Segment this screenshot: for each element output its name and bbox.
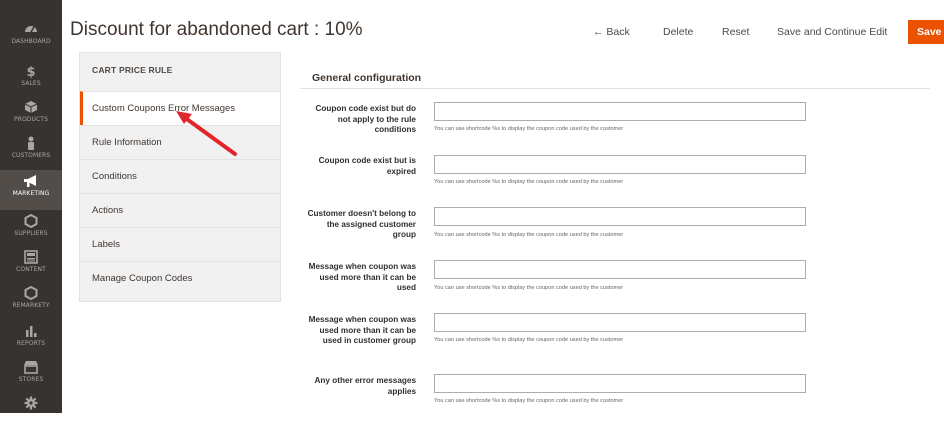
sidebar-item-stores[interactable]: STORES (0, 360, 62, 398)
sidebar-item-label: SUPPLIERS (14, 230, 48, 237)
back-button[interactable]: ← Back (593, 20, 630, 44)
bar-chart-icon (26, 326, 37, 337)
field-label: Any other error messages applies (314, 376, 416, 396)
save-button[interactable]: Save (908, 20, 944, 44)
field-note: You can use shortcode %s to display the … (434, 179, 624, 185)
section-title: General configuration (312, 72, 422, 84)
sidebar-item-system[interactable] (0, 396, 62, 434)
tab-custom-coupons-error-messages[interactable]: Custom Coupons Error Messages (80, 91, 280, 125)
reset-button[interactable]: Reset (722, 20, 749, 44)
field-note: You can use shortcode %s to display the … (434, 398, 624, 404)
layout-icon (24, 250, 38, 264)
page-actions: ← Back Delete Reset Save and Continue Ed… (0, 20, 944, 44)
sidebar-item-label: SALES (21, 80, 41, 87)
gear-icon (24, 396, 38, 410)
coupon-not-apply-input[interactable] (434, 102, 806, 121)
tab-rule-information[interactable]: Rule Information (80, 125, 280, 159)
customer-group-input[interactable] (434, 207, 806, 226)
field-label: Message when coupon was used more than i… (308, 262, 416, 292)
svg-text:$: $ (26, 65, 35, 78)
tab-manage-coupon-codes[interactable]: Manage Coupon Codes (80, 261, 280, 295)
field-label: Message when coupon was used more than i… (308, 315, 416, 345)
sidebar-item-sales[interactable]: $ SALES (0, 64, 62, 102)
sidebar-item-label: REMARKETY (12, 302, 50, 309)
cube-icon (24, 101, 38, 113)
rule-tabs-panel: CART PRICE RULE Custom Coupons Error Mes… (79, 52, 281, 302)
other-errors-input[interactable] (434, 374, 806, 393)
field-note: You can use shortcode %s to display the … (434, 285, 624, 291)
sidebar-item-customers[interactable]: CUSTOMERS (0, 136, 62, 174)
megaphone-icon (24, 175, 36, 187)
hexagon-icon (24, 214, 38, 228)
tab-labels[interactable]: Labels (80, 227, 280, 261)
sidebar-item-label: MARKETING (12, 190, 50, 197)
admin-sidebar: DASHBOARD $ SALES PRODUCTS CUSTOMERS MAR… (0, 0, 62, 413)
sidebar-item-label: REPORTS (16, 340, 46, 347)
hexagon-icon (24, 286, 38, 300)
sidebar-item-label: PRODUCTS (14, 116, 48, 123)
sidebar-item-label: STORES (18, 376, 44, 383)
sidebar-item-suppliers[interactable]: SUPPLIERS (0, 214, 62, 252)
person-icon (28, 136, 34, 150)
field-note: You can use shortcode %s to display the … (434, 337, 624, 343)
dollar-icon: $ (26, 65, 35, 78)
field-note: You can use shortcode %s to display the … (434, 126, 624, 132)
sidebar-item-remarkety[interactable]: REMARKETY (0, 286, 62, 324)
field-label: Customer doesn't belong to the assigned … (307, 209, 416, 239)
sidebar-item-reports[interactable]: REPORTS (0, 324, 62, 362)
store-icon (24, 361, 38, 374)
usage-limit-input[interactable] (434, 260, 806, 279)
sidebar-item-label: CONTENT (16, 266, 46, 273)
delete-button[interactable]: Delete (663, 20, 693, 44)
tab-conditions[interactable]: Conditions (80, 159, 280, 193)
section-divider (300, 88, 930, 89)
field-label: Coupon code exist but is expired (318, 156, 416, 176)
sidebar-item-marketing[interactable]: MARKETING (0, 170, 62, 210)
sidebar-item-label: CUSTOMERS (11, 152, 51, 159)
sidebar-item-products[interactable]: PRODUCTS (0, 100, 62, 138)
sidebar-item-content[interactable]: CONTENT (0, 250, 62, 288)
field-label: Coupon code exist but do not apply to th… (315, 104, 416, 134)
field-note: You can use shortcode %s to display the … (434, 232, 624, 238)
tabs-title: CART PRICE RULE (92, 65, 173, 75)
tab-actions[interactable]: Actions (80, 193, 280, 227)
coupon-expired-input[interactable] (434, 155, 806, 174)
save-and-continue-button[interactable]: Save and Continue Edit (777, 20, 887, 44)
customer-group-usage-input[interactable] (434, 313, 806, 332)
